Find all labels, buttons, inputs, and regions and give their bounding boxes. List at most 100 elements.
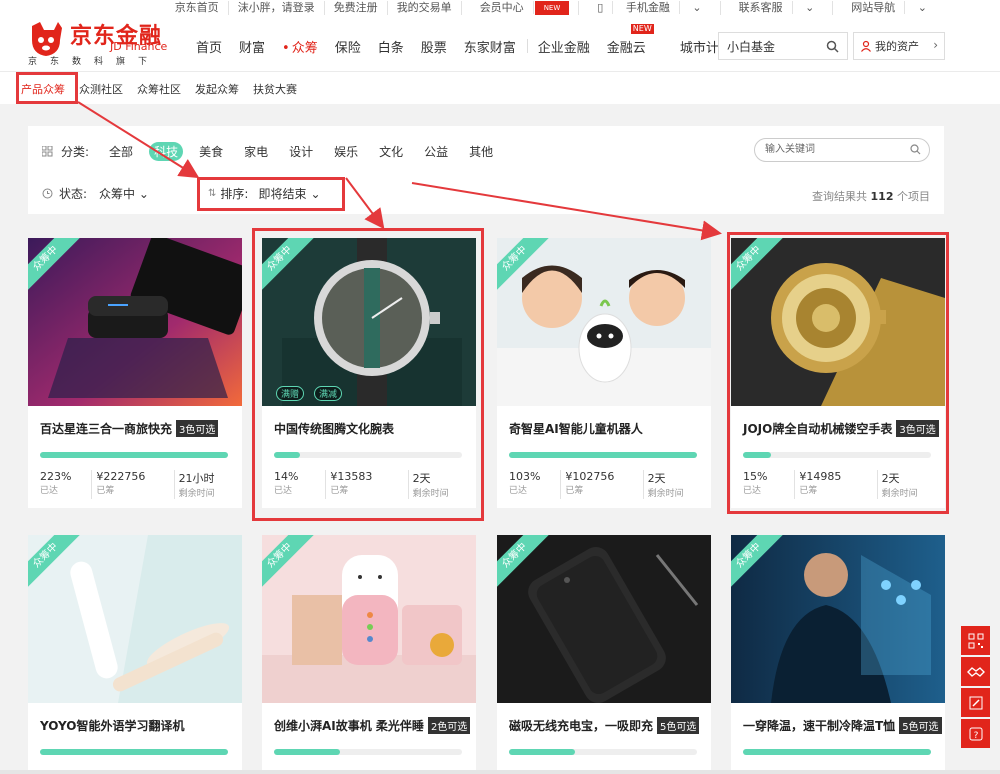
product-card[interactable]: 众筹中 磁吸无线充电宝，一吸即充 5色可选 <box>497 535 711 770</box>
product-stats: 103% 已达 ¥102756 已筹 2天 剩余时间 <box>509 470 699 499</box>
product-title: 奇智星AI智能儿童机器人 <box>509 420 643 437</box>
category-charity[interactable]: 公益 <box>424 143 448 160</box>
nav-insurance[interactable]: 保险 <box>335 37 361 56</box>
progress-fill <box>40 749 228 755</box>
product-title-text: YOYO智能外语学习翻译机 <box>40 719 185 733</box>
filter-panel: 分类: 全部 科技 美食 家电 设计 娱乐 文化 公益 其他 输入关键词 状态:… <box>28 126 944 214</box>
feedback-button[interactable] <box>961 688 990 717</box>
clock-icon <box>42 188 53 199</box>
link-site-nav[interactable]: 网站导航 ⌄ <box>833 1 945 15</box>
nav-cloud[interactable]: 金融云 NEW <box>607 24 663 56</box>
new-badge: NEW <box>534 1 570 15</box>
stat-value: 21小时 <box>178 472 215 485</box>
product-image: 众筹中 <box>262 535 476 703</box>
help-button[interactable]: ? <box>961 719 990 748</box>
product-image: 众筹中 <box>497 238 711 406</box>
stat-value: 103% <box>509 470 541 483</box>
nav-wealth[interactable]: 财富 <box>239 37 265 56</box>
product-title: YOYO智能外语学习翻译机 <box>40 717 185 734</box>
qr-code-button[interactable] <box>961 626 990 655</box>
chevron-down-icon: ⌄ <box>692 1 702 14</box>
search-icon[interactable] <box>910 144 921 155</box>
nav-dongjia[interactable]: 东家财富 <box>464 37 516 56</box>
progress-bar <box>40 452 228 458</box>
nav-enterprise[interactable]: 企业金融 <box>538 37 590 56</box>
progress-bar <box>509 452 697 458</box>
product-photo-translator <box>28 535 242 703</box>
subnav-testing-community[interactable]: 众测社区 <box>79 81 123 97</box>
product-card[interactable]: 众筹中 创维小湃AI故事机 柔光伴睡 2色可选 <box>262 535 476 770</box>
search-input[interactable] <box>719 33 819 59</box>
nav-stocks[interactable]: 股票 <box>421 37 447 56</box>
product-image: 众筹中 <box>28 535 242 703</box>
logo-sub: 京东数科旗下 <box>28 57 161 67</box>
status-dropdown[interactable]: 众筹中 ⌄ <box>99 185 149 202</box>
link-login[interactable]: 沫小胖，请登录 <box>229 1 325 15</box>
search-box <box>718 32 848 60</box>
category-design[interactable]: 设计 <box>289 143 313 160</box>
link-service[interactable]: 联系客服 ⌄ <box>721 1 834 15</box>
link-orders[interactable]: 我的交易单 <box>388 1 462 15</box>
category-appliance[interactable]: 家电 <box>244 143 268 160</box>
progress-fill <box>509 749 575 755</box>
main-nav: 首页 财富 众筹 保险 白条 股票 东家财富 企业金融 金融云NEW 城市计算 <box>196 24 749 56</box>
product-card[interactable]: 众筹中 百达星连三合一商旅快充 3色可选 223% 已达 ¥222756 已筹 21小… <box>28 238 242 508</box>
stat-value: ¥222756 <box>96 470 146 483</box>
link-jd-home[interactable]: 京东首页 <box>166 1 229 15</box>
category-culture[interactable]: 文化 <box>379 143 403 160</box>
progress-fill <box>274 749 340 755</box>
new-badge: NEW <box>630 24 654 34</box>
qr-code-icon <box>968 633 983 648</box>
subnav-poverty-contest[interactable]: 扶贫大赛 <box>253 81 297 97</box>
search-icon[interactable] <box>826 40 839 53</box>
nav-home[interactable]: 首页 <box>196 37 222 56</box>
stat-value: ¥102756 <box>565 470 615 483</box>
mobile-finance-label: 手机金融 <box>616 1 680 14</box>
product-card[interactable]: 众筹中 奇智星AI智能儿童机器人 103% 已达 ¥102756 已筹 2天 剩余时间 <box>497 238 711 508</box>
product-image: 众筹中 <box>731 535 945 703</box>
user-icon <box>861 40 871 52</box>
keyword-input[interactable]: 输入关键词 <box>754 138 930 162</box>
category-tech[interactable]: 科技 <box>149 142 184 161</box>
product-title-text: 百达星连三合一商旅快充 <box>40 422 173 436</box>
product-title: 百达星连三合一商旅快充 3色可选 <box>40 420 219 437</box>
chevron-down-icon: ⌄ <box>138 187 149 201</box>
nav-crowdfunding[interactable]: 众筹 <box>282 37 318 56</box>
product-title: 磁吸无线充电宝，一吸即充 5色可选 <box>509 717 700 734</box>
category-label: 分类: <box>61 145 90 159</box>
top-utility-bar: 京东首页 沫小胖，请登录 免费注册 我的交易单 会员中心 NEW ▯ 手机金融 ⌄… <box>0 0 1000 18</box>
product-title: 一穿降温，速干制冷降温T恤 5色可选 <box>743 717 942 734</box>
category-other[interactable]: 其他 <box>469 143 493 160</box>
product-title-text: 一穿降温，速干制冷降温T恤 <box>743 719 896 733</box>
status-value: 众筹中 <box>99 187 136 201</box>
result-number: 112 <box>870 190 894 203</box>
product-card[interactable]: 众筹中 一穿降温，速干制冷降温T恤 5色可选 <box>731 535 945 770</box>
nav-baitiao[interactable]: 白条 <box>378 37 404 56</box>
link-mobile-finance[interactable]: ▯ 手机金融 ⌄ <box>579 1 721 15</box>
progress-bar <box>274 749 462 755</box>
stat-remaining: 2天 剩余时间 <box>642 470 699 499</box>
category-all[interactable]: 全部 <box>109 143 133 160</box>
jd-finance-logo[interactable]: 京东金融 JD Finance 京东数科旗下 <box>26 18 167 68</box>
category-row: 分类: 全部 科技 美食 家电 设计 娱乐 文化 公益 其他 <box>42 142 514 161</box>
category-food[interactable]: 美食 <box>199 143 223 160</box>
color-badge: 3色可选 <box>176 420 219 437</box>
subnav-launch[interactable]: 发起众筹 <box>195 81 239 97</box>
my-asset-button[interactable]: 我的资产 › <box>853 32 945 60</box>
result-count: 查询结果共 112 个项目 <box>812 188 930 204</box>
category-entertainment[interactable]: 娱乐 <box>334 143 358 160</box>
subnav-crowdfunding-community[interactable]: 众筹社区 <box>137 81 181 97</box>
stat-key: 已达 <box>40 486 59 496</box>
link-member-center[interactable]: 会员中心 NEW <box>462 1 580 15</box>
main-header: 京东金融 JD Finance 京东数科旗下 首页 财富 众筹 保险 白条 股票… <box>0 18 1000 72</box>
member-center-label: 会员中心 <box>470 1 534 14</box>
my-asset-label: 我的资产 <box>875 40 919 53</box>
edit-icon <box>969 696 982 709</box>
highlight-box-sort <box>197 177 345 211</box>
stat-raised: ¥102756 已筹 <box>560 470 642 499</box>
product-card[interactable]: 众筹中 YOYO智能外语学习翻译机 <box>28 535 242 770</box>
service-button[interactable] <box>961 657 990 686</box>
product-title-text: 磁吸无线充电宝，一吸即充 <box>509 719 654 733</box>
link-register[interactable]: 免费注册 <box>325 1 388 15</box>
product-image: 众筹中 <box>497 535 711 703</box>
